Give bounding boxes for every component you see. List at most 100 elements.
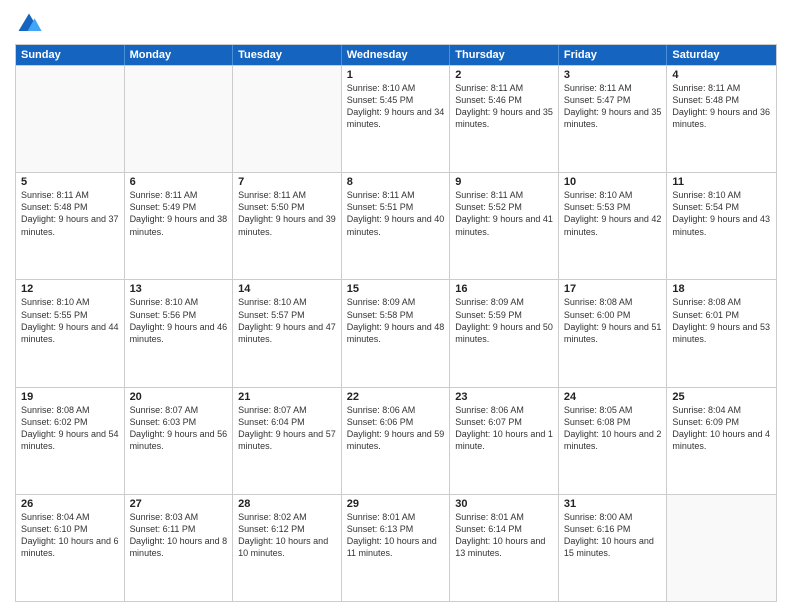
day-info: Sunrise: 8:00 AM Sunset: 6:16 PM Dayligh… bbox=[564, 511, 662, 560]
day-number: 24 bbox=[564, 391, 662, 403]
day-cell-7: 7Sunrise: 8:11 AM Sunset: 5:50 PM Daylig… bbox=[233, 173, 342, 279]
day-number: 7 bbox=[238, 176, 336, 188]
empty-cell bbox=[667, 495, 776, 601]
day-number: 28 bbox=[238, 498, 336, 510]
day-number: 14 bbox=[238, 283, 336, 295]
day-cell-2: 2Sunrise: 8:11 AM Sunset: 5:46 PM Daylig… bbox=[450, 66, 559, 172]
day-info: Sunrise: 8:06 AM Sunset: 6:07 PM Dayligh… bbox=[455, 404, 553, 453]
logo bbox=[15, 10, 47, 38]
day-number: 1 bbox=[347, 69, 445, 81]
day-info: Sunrise: 8:04 AM Sunset: 6:09 PM Dayligh… bbox=[672, 404, 771, 453]
day-info: Sunrise: 8:09 AM Sunset: 5:58 PM Dayligh… bbox=[347, 296, 445, 345]
day-cell-11: 11Sunrise: 8:10 AM Sunset: 5:54 PM Dayli… bbox=[667, 173, 776, 279]
empty-cell bbox=[125, 66, 234, 172]
empty-cell bbox=[233, 66, 342, 172]
header-day-monday: Monday bbox=[125, 45, 234, 65]
day-number: 13 bbox=[130, 283, 228, 295]
day-info: Sunrise: 8:01 AM Sunset: 6:13 PM Dayligh… bbox=[347, 511, 445, 560]
header-day-friday: Friday bbox=[559, 45, 668, 65]
day-info: Sunrise: 8:10 AM Sunset: 5:45 PM Dayligh… bbox=[347, 82, 445, 131]
day-cell-28: 28Sunrise: 8:02 AM Sunset: 6:12 PM Dayli… bbox=[233, 495, 342, 601]
day-info: Sunrise: 8:11 AM Sunset: 5:50 PM Dayligh… bbox=[238, 189, 336, 238]
day-cell-31: 31Sunrise: 8:00 AM Sunset: 6:16 PM Dayli… bbox=[559, 495, 668, 601]
day-number: 20 bbox=[130, 391, 228, 403]
day-number: 4 bbox=[672, 69, 771, 81]
day-number: 8 bbox=[347, 176, 445, 188]
day-cell-6: 6Sunrise: 8:11 AM Sunset: 5:49 PM Daylig… bbox=[125, 173, 234, 279]
day-number: 12 bbox=[21, 283, 119, 295]
day-number: 5 bbox=[21, 176, 119, 188]
day-cell-13: 13Sunrise: 8:10 AM Sunset: 5:56 PM Dayli… bbox=[125, 280, 234, 386]
day-cell-9: 9Sunrise: 8:11 AM Sunset: 5:52 PM Daylig… bbox=[450, 173, 559, 279]
day-cell-4: 4Sunrise: 8:11 AM Sunset: 5:48 PM Daylig… bbox=[667, 66, 776, 172]
day-number: 23 bbox=[455, 391, 553, 403]
day-info: Sunrise: 8:02 AM Sunset: 6:12 PM Dayligh… bbox=[238, 511, 336, 560]
day-cell-8: 8Sunrise: 8:11 AM Sunset: 5:51 PM Daylig… bbox=[342, 173, 451, 279]
day-info: Sunrise: 8:11 AM Sunset: 5:49 PM Dayligh… bbox=[130, 189, 228, 238]
day-number: 6 bbox=[130, 176, 228, 188]
day-cell-20: 20Sunrise: 8:07 AM Sunset: 6:03 PM Dayli… bbox=[125, 388, 234, 494]
calendar-row-3: 19Sunrise: 8:08 AM Sunset: 6:02 PM Dayli… bbox=[16, 387, 776, 494]
day-number: 29 bbox=[347, 498, 445, 510]
day-cell-21: 21Sunrise: 8:07 AM Sunset: 6:04 PM Dayli… bbox=[233, 388, 342, 494]
day-info: Sunrise: 8:11 AM Sunset: 5:46 PM Dayligh… bbox=[455, 82, 553, 131]
day-info: Sunrise: 8:04 AM Sunset: 6:10 PM Dayligh… bbox=[21, 511, 119, 560]
page: SundayMondayTuesdayWednesdayThursdayFrid… bbox=[0, 0, 792, 612]
day-info: Sunrise: 8:11 AM Sunset: 5:52 PM Dayligh… bbox=[455, 189, 553, 238]
header bbox=[15, 10, 777, 38]
day-cell-3: 3Sunrise: 8:11 AM Sunset: 5:47 PM Daylig… bbox=[559, 66, 668, 172]
calendar-row-0: 1Sunrise: 8:10 AM Sunset: 5:45 PM Daylig… bbox=[16, 65, 776, 172]
logo-icon bbox=[15, 10, 43, 38]
day-cell-25: 25Sunrise: 8:04 AM Sunset: 6:09 PM Dayli… bbox=[667, 388, 776, 494]
day-number: 16 bbox=[455, 283, 553, 295]
day-number: 17 bbox=[564, 283, 662, 295]
day-info: Sunrise: 8:11 AM Sunset: 5:48 PM Dayligh… bbox=[672, 82, 771, 131]
day-number: 31 bbox=[564, 498, 662, 510]
day-info: Sunrise: 8:08 AM Sunset: 6:02 PM Dayligh… bbox=[21, 404, 119, 453]
empty-cell bbox=[16, 66, 125, 172]
header-day-wednesday: Wednesday bbox=[342, 45, 451, 65]
day-cell-10: 10Sunrise: 8:10 AM Sunset: 5:53 PM Dayli… bbox=[559, 173, 668, 279]
day-info: Sunrise: 8:10 AM Sunset: 5:54 PM Dayligh… bbox=[672, 189, 771, 238]
day-cell-26: 26Sunrise: 8:04 AM Sunset: 6:10 PM Dayli… bbox=[16, 495, 125, 601]
day-cell-16: 16Sunrise: 8:09 AM Sunset: 5:59 PM Dayli… bbox=[450, 280, 559, 386]
day-cell-29: 29Sunrise: 8:01 AM Sunset: 6:13 PM Dayli… bbox=[342, 495, 451, 601]
day-number: 25 bbox=[672, 391, 771, 403]
day-cell-17: 17Sunrise: 8:08 AM Sunset: 6:00 PM Dayli… bbox=[559, 280, 668, 386]
day-info: Sunrise: 8:01 AM Sunset: 6:14 PM Dayligh… bbox=[455, 511, 553, 560]
day-info: Sunrise: 8:10 AM Sunset: 5:53 PM Dayligh… bbox=[564, 189, 662, 238]
day-info: Sunrise: 8:10 AM Sunset: 5:55 PM Dayligh… bbox=[21, 296, 119, 345]
day-cell-12: 12Sunrise: 8:10 AM Sunset: 5:55 PM Dayli… bbox=[16, 280, 125, 386]
day-cell-24: 24Sunrise: 8:05 AM Sunset: 6:08 PM Dayli… bbox=[559, 388, 668, 494]
day-cell-18: 18Sunrise: 8:08 AM Sunset: 6:01 PM Dayli… bbox=[667, 280, 776, 386]
day-number: 10 bbox=[564, 176, 662, 188]
day-info: Sunrise: 8:10 AM Sunset: 5:56 PM Dayligh… bbox=[130, 296, 228, 345]
calendar-row-4: 26Sunrise: 8:04 AM Sunset: 6:10 PM Dayli… bbox=[16, 494, 776, 601]
day-info: Sunrise: 8:08 AM Sunset: 6:01 PM Dayligh… bbox=[672, 296, 771, 345]
day-info: Sunrise: 8:07 AM Sunset: 6:04 PM Dayligh… bbox=[238, 404, 336, 453]
day-cell-1: 1Sunrise: 8:10 AM Sunset: 5:45 PM Daylig… bbox=[342, 66, 451, 172]
day-number: 3 bbox=[564, 69, 662, 81]
day-number: 15 bbox=[347, 283, 445, 295]
day-number: 9 bbox=[455, 176, 553, 188]
calendar-header: SundayMondayTuesdayWednesdayThursdayFrid… bbox=[16, 45, 776, 65]
day-cell-14: 14Sunrise: 8:10 AM Sunset: 5:57 PM Dayli… bbox=[233, 280, 342, 386]
day-number: 2 bbox=[455, 69, 553, 81]
day-info: Sunrise: 8:06 AM Sunset: 6:06 PM Dayligh… bbox=[347, 404, 445, 453]
day-info: Sunrise: 8:11 AM Sunset: 5:51 PM Dayligh… bbox=[347, 189, 445, 238]
calendar-body: 1Sunrise: 8:10 AM Sunset: 5:45 PM Daylig… bbox=[16, 65, 776, 601]
header-day-thursday: Thursday bbox=[450, 45, 559, 65]
header-day-sunday: Sunday bbox=[16, 45, 125, 65]
day-number: 22 bbox=[347, 391, 445, 403]
day-number: 27 bbox=[130, 498, 228, 510]
day-info: Sunrise: 8:11 AM Sunset: 5:47 PM Dayligh… bbox=[564, 82, 662, 131]
day-info: Sunrise: 8:09 AM Sunset: 5:59 PM Dayligh… bbox=[455, 296, 553, 345]
day-info: Sunrise: 8:08 AM Sunset: 6:00 PM Dayligh… bbox=[564, 296, 662, 345]
day-cell-27: 27Sunrise: 8:03 AM Sunset: 6:11 PM Dayli… bbox=[125, 495, 234, 601]
calendar: SundayMondayTuesdayWednesdayThursdayFrid… bbox=[15, 44, 777, 602]
day-number: 21 bbox=[238, 391, 336, 403]
calendar-row-2: 12Sunrise: 8:10 AM Sunset: 5:55 PM Dayli… bbox=[16, 279, 776, 386]
header-day-tuesday: Tuesday bbox=[233, 45, 342, 65]
day-number: 30 bbox=[455, 498, 553, 510]
day-cell-22: 22Sunrise: 8:06 AM Sunset: 6:06 PM Dayli… bbox=[342, 388, 451, 494]
